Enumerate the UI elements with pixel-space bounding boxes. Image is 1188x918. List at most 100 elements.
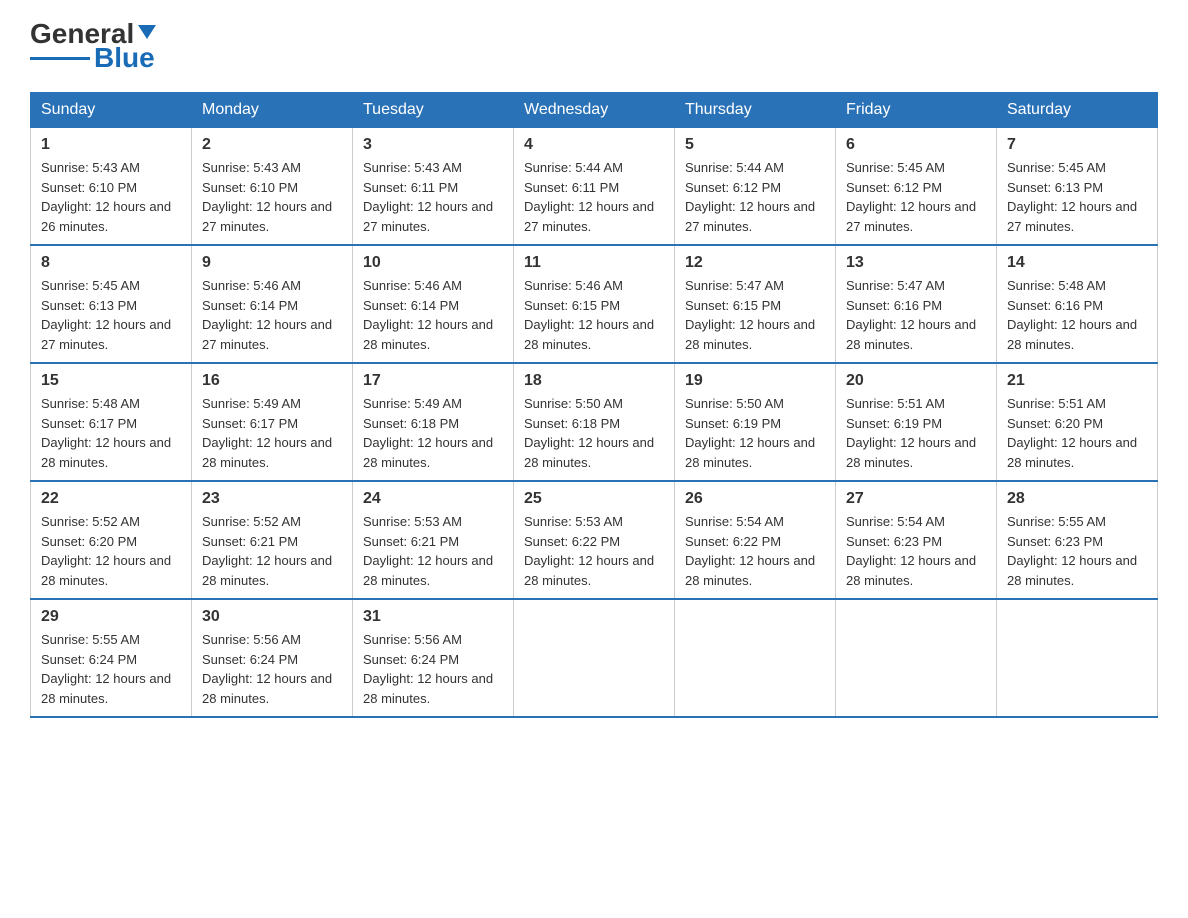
calendar-cell: 6 Sunrise: 5:45 AMSunset: 6:12 PMDayligh… [836, 128, 997, 246]
day-info: Sunrise: 5:54 AMSunset: 6:22 PMDaylight:… [685, 514, 815, 588]
day-number: 19 [685, 372, 825, 390]
day-info: Sunrise: 5:50 AMSunset: 6:19 PMDaylight:… [685, 396, 815, 470]
calendar-cell: 13 Sunrise: 5:47 AMSunset: 6:16 PMDaylig… [836, 245, 997, 363]
day-number: 7 [1007, 136, 1147, 154]
column-header-sunday: Sunday [31, 93, 192, 128]
column-header-friday: Friday [836, 93, 997, 128]
calendar-cell [997, 599, 1158, 717]
calendar-cell: 19 Sunrise: 5:50 AMSunset: 6:19 PMDaylig… [675, 363, 836, 481]
calendar-cell [836, 599, 997, 717]
day-info: Sunrise: 5:51 AMSunset: 6:19 PMDaylight:… [846, 396, 976, 470]
day-info: Sunrise: 5:52 AMSunset: 6:20 PMDaylight:… [41, 514, 171, 588]
calendar-cell: 25 Sunrise: 5:53 AMSunset: 6:22 PMDaylig… [514, 481, 675, 599]
page-header: General Blue [30, 20, 1158, 72]
calendar-cell: 27 Sunrise: 5:54 AMSunset: 6:23 PMDaylig… [836, 481, 997, 599]
day-info: Sunrise: 5:49 AMSunset: 6:17 PMDaylight:… [202, 396, 332, 470]
day-number: 13 [846, 254, 986, 272]
day-number: 18 [524, 372, 664, 390]
calendar-header-row: SundayMondayTuesdayWednesdayThursdayFrid… [31, 93, 1158, 128]
day-number: 16 [202, 372, 342, 390]
day-info: Sunrise: 5:56 AMSunset: 6:24 PMDaylight:… [202, 632, 332, 706]
calendar-cell: 24 Sunrise: 5:53 AMSunset: 6:21 PMDaylig… [353, 481, 514, 599]
day-number: 22 [41, 490, 181, 508]
column-header-wednesday: Wednesday [514, 93, 675, 128]
day-info: Sunrise: 5:56 AMSunset: 6:24 PMDaylight:… [363, 632, 493, 706]
calendar-cell: 12 Sunrise: 5:47 AMSunset: 6:15 PMDaylig… [675, 245, 836, 363]
day-number: 3 [363, 136, 503, 154]
day-number: 5 [685, 136, 825, 154]
calendar-cell: 26 Sunrise: 5:54 AMSunset: 6:22 PMDaylig… [675, 481, 836, 599]
day-info: Sunrise: 5:53 AMSunset: 6:22 PMDaylight:… [524, 514, 654, 588]
day-info: Sunrise: 5:44 AMSunset: 6:11 PMDaylight:… [524, 160, 654, 234]
calendar-cell: 2 Sunrise: 5:43 AMSunset: 6:10 PMDayligh… [192, 128, 353, 246]
day-number: 15 [41, 372, 181, 390]
calendar-cell: 22 Sunrise: 5:52 AMSunset: 6:20 PMDaylig… [31, 481, 192, 599]
day-info: Sunrise: 5:47 AMSunset: 6:15 PMDaylight:… [685, 278, 815, 352]
day-info: Sunrise: 5:47 AMSunset: 6:16 PMDaylight:… [846, 278, 976, 352]
day-number: 20 [846, 372, 986, 390]
day-info: Sunrise: 5:51 AMSunset: 6:20 PMDaylight:… [1007, 396, 1137, 470]
day-number: 10 [363, 254, 503, 272]
day-info: Sunrise: 5:46 AMSunset: 6:14 PMDaylight:… [202, 278, 332, 352]
calendar-cell: 4 Sunrise: 5:44 AMSunset: 6:11 PMDayligh… [514, 128, 675, 246]
calendar-cell: 7 Sunrise: 5:45 AMSunset: 6:13 PMDayligh… [997, 128, 1158, 246]
day-info: Sunrise: 5:43 AMSunset: 6:11 PMDaylight:… [363, 160, 493, 234]
calendar-cell: 28 Sunrise: 5:55 AMSunset: 6:23 PMDaylig… [997, 481, 1158, 599]
day-info: Sunrise: 5:52 AMSunset: 6:21 PMDaylight:… [202, 514, 332, 588]
calendar-cell: 1 Sunrise: 5:43 AMSunset: 6:10 PMDayligh… [31, 128, 192, 246]
calendar-cell: 23 Sunrise: 5:52 AMSunset: 6:21 PMDaylig… [192, 481, 353, 599]
calendar-cell: 30 Sunrise: 5:56 AMSunset: 6:24 PMDaylig… [192, 599, 353, 717]
day-info: Sunrise: 5:48 AMSunset: 6:17 PMDaylight:… [41, 396, 171, 470]
day-number: 1 [41, 136, 181, 154]
day-info: Sunrise: 5:53 AMSunset: 6:21 PMDaylight:… [363, 514, 493, 588]
calendar-cell: 21 Sunrise: 5:51 AMSunset: 6:20 PMDaylig… [997, 363, 1158, 481]
day-info: Sunrise: 5:45 AMSunset: 6:13 PMDaylight:… [41, 278, 171, 352]
day-number: 26 [685, 490, 825, 508]
day-number: 27 [846, 490, 986, 508]
day-number: 21 [1007, 372, 1147, 390]
day-number: 29 [41, 608, 181, 626]
calendar-cell: 29 Sunrise: 5:55 AMSunset: 6:24 PMDaylig… [31, 599, 192, 717]
day-info: Sunrise: 5:46 AMSunset: 6:14 PMDaylight:… [363, 278, 493, 352]
day-info: Sunrise: 5:43 AMSunset: 6:10 PMDaylight:… [202, 160, 332, 234]
calendar-table: SundayMondayTuesdayWednesdayThursdayFrid… [30, 92, 1158, 718]
calendar-cell: 17 Sunrise: 5:49 AMSunset: 6:18 PMDaylig… [353, 363, 514, 481]
day-info: Sunrise: 5:44 AMSunset: 6:12 PMDaylight:… [685, 160, 815, 234]
calendar-cell: 9 Sunrise: 5:46 AMSunset: 6:14 PMDayligh… [192, 245, 353, 363]
day-number: 30 [202, 608, 342, 626]
column-header-monday: Monday [192, 93, 353, 128]
calendar-cell: 14 Sunrise: 5:48 AMSunset: 6:16 PMDaylig… [997, 245, 1158, 363]
calendar-week-row: 29 Sunrise: 5:55 AMSunset: 6:24 PMDaylig… [31, 599, 1158, 717]
day-number: 24 [363, 490, 503, 508]
calendar-cell: 3 Sunrise: 5:43 AMSunset: 6:11 PMDayligh… [353, 128, 514, 246]
calendar-cell: 16 Sunrise: 5:49 AMSunset: 6:17 PMDaylig… [192, 363, 353, 481]
day-info: Sunrise: 5:49 AMSunset: 6:18 PMDaylight:… [363, 396, 493, 470]
calendar-cell: 18 Sunrise: 5:50 AMSunset: 6:18 PMDaylig… [514, 363, 675, 481]
calendar-week-row: 8 Sunrise: 5:45 AMSunset: 6:13 PMDayligh… [31, 245, 1158, 363]
day-info: Sunrise: 5:43 AMSunset: 6:10 PMDaylight:… [41, 160, 171, 234]
day-number: 31 [363, 608, 503, 626]
day-number: 6 [846, 136, 986, 154]
day-number: 2 [202, 136, 342, 154]
logo-triangle-icon [136, 21, 158, 43]
calendar-cell: 20 Sunrise: 5:51 AMSunset: 6:19 PMDaylig… [836, 363, 997, 481]
calendar-cell: 15 Sunrise: 5:48 AMSunset: 6:17 PMDaylig… [31, 363, 192, 481]
day-info: Sunrise: 5:55 AMSunset: 6:24 PMDaylight:… [41, 632, 171, 706]
day-info: Sunrise: 5:45 AMSunset: 6:12 PMDaylight:… [846, 160, 976, 234]
day-number: 28 [1007, 490, 1147, 508]
day-info: Sunrise: 5:55 AMSunset: 6:23 PMDaylight:… [1007, 514, 1137, 588]
column-header-thursday: Thursday [675, 93, 836, 128]
calendar-cell [675, 599, 836, 717]
day-info: Sunrise: 5:54 AMSunset: 6:23 PMDaylight:… [846, 514, 976, 588]
day-number: 4 [524, 136, 664, 154]
calendar-week-row: 22 Sunrise: 5:52 AMSunset: 6:20 PMDaylig… [31, 481, 1158, 599]
calendar-cell: 5 Sunrise: 5:44 AMSunset: 6:12 PMDayligh… [675, 128, 836, 246]
logo: General Blue [30, 20, 158, 72]
day-number: 25 [524, 490, 664, 508]
day-number: 23 [202, 490, 342, 508]
day-number: 12 [685, 254, 825, 272]
day-number: 17 [363, 372, 503, 390]
day-info: Sunrise: 5:48 AMSunset: 6:16 PMDaylight:… [1007, 278, 1137, 352]
day-number: 8 [41, 254, 181, 272]
calendar-cell: 8 Sunrise: 5:45 AMSunset: 6:13 PMDayligh… [31, 245, 192, 363]
